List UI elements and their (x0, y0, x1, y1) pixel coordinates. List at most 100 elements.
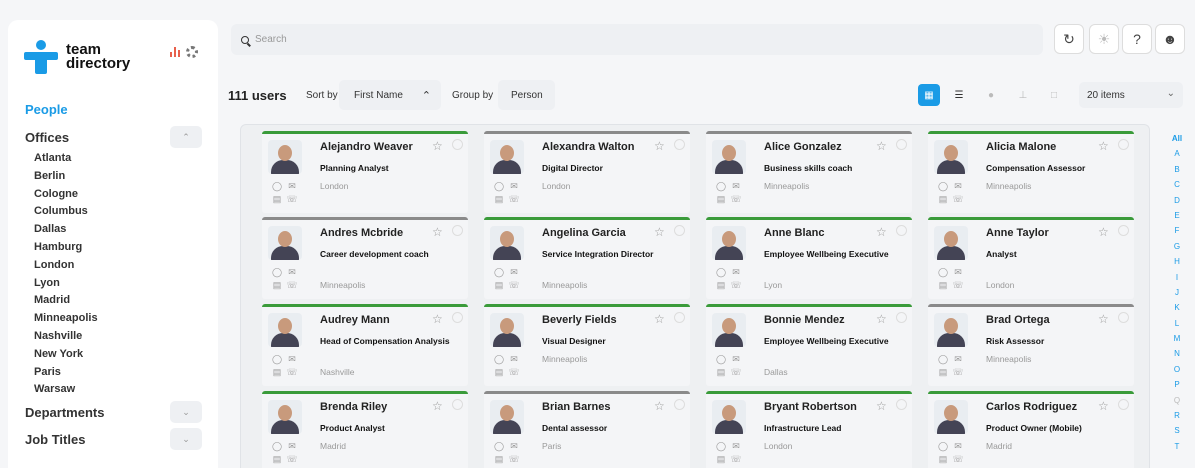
chat-icon[interactable]: ▤ (937, 367, 949, 378)
alphabet-letter[interactable]: S (1169, 423, 1185, 438)
person-name[interactable]: Bonnie Mendez (764, 314, 845, 326)
person-card[interactable]: Brian Barnes ☆ Dental assessor Paris ◯ ✉ ▤ ☏ (484, 391, 690, 468)
select-checkbox[interactable] (452, 139, 463, 150)
chat-icon[interactable]: ▤ (493, 367, 505, 378)
help-button[interactable]: ? (1122, 24, 1152, 54)
avatar[interactable] (268, 400, 302, 434)
email-icon[interactable]: ✉ (508, 354, 520, 365)
person-card[interactable]: Beverly Fields ☆ Visual Designer Minneapoli… (484, 304, 690, 386)
select-checkbox[interactable] (896, 225, 907, 236)
person-name[interactable]: Bryant Robertson (764, 401, 857, 413)
profile-icon[interactable]: ◯ (493, 267, 505, 278)
email-icon[interactable]: ✉ (730, 181, 742, 192)
avatar[interactable] (934, 226, 968, 260)
profile-button[interactable]: ☻ (1155, 24, 1185, 54)
avatar[interactable] (490, 400, 524, 434)
group-select[interactable]: Person (498, 80, 555, 110)
avatar[interactable] (712, 226, 746, 260)
office-item-nashville[interactable]: Nashville (34, 328, 98, 346)
gear-icon[interactable] (186, 46, 198, 58)
select-checkbox[interactable] (1118, 139, 1129, 150)
phone-icon[interactable]: ☏ (508, 280, 520, 291)
office-item-warsaw[interactable]: Warsaw (34, 381, 98, 399)
phone-icon[interactable]: ☏ (508, 454, 520, 465)
star-icon[interactable]: ☆ (876, 399, 887, 413)
alphabet-letter[interactable]: G (1169, 239, 1185, 254)
chat-icon[interactable]: ▤ (937, 194, 949, 205)
alphabet-letter[interactable]: Q (1169, 393, 1185, 408)
email-icon[interactable]: ✉ (952, 441, 964, 452)
alphabet-letter[interactable]: O (1169, 362, 1185, 377)
phone-icon[interactable]: ☏ (730, 367, 742, 378)
alphabet-letter[interactable]: N (1169, 346, 1185, 361)
person-card[interactable]: Audrey Mann ☆ Head of Compensation Analysi… (262, 304, 468, 386)
phone-icon[interactable]: ☏ (730, 454, 742, 465)
avatar[interactable] (934, 313, 968, 347)
avatar[interactable] (268, 226, 302, 260)
person-name[interactable]: Alice Gonzalez (764, 141, 842, 153)
app-logo[interactable]: team directory (24, 40, 130, 74)
alphabet-letter[interactable]: H (1169, 254, 1185, 269)
items-per-page-select[interactable]: 20 items ⌄ (1079, 82, 1183, 108)
chat-icon[interactable]: ▤ (937, 454, 949, 465)
alphabet-letter[interactable]: K (1169, 300, 1185, 315)
theme-button[interactable]: ☀ (1089, 24, 1119, 54)
phone-icon[interactable]: ☏ (286, 194, 298, 205)
phone-icon[interactable]: ☏ (952, 367, 964, 378)
star-icon[interactable]: ☆ (876, 139, 887, 153)
star-icon[interactable]: ☆ (876, 225, 887, 239)
email-icon[interactable]: ✉ (730, 354, 742, 365)
profile-icon[interactable]: ◯ (937, 181, 949, 192)
select-checkbox[interactable] (896, 399, 907, 410)
nav-people[interactable]: People (25, 102, 68, 117)
star-icon[interactable]: ☆ (876, 312, 887, 326)
email-icon[interactable]: ✉ (952, 267, 964, 278)
select-checkbox[interactable] (674, 399, 685, 410)
person-name[interactable]: Angelina Garcia (542, 227, 626, 239)
org-chart-button[interactable]: ⊥ (1012, 84, 1034, 106)
alphabet-letter[interactable]: R (1169, 408, 1185, 423)
select-checkbox[interactable] (674, 312, 685, 323)
alphabet-letter[interactable]: L (1169, 316, 1185, 331)
office-item-atlanta[interactable]: Atlanta (34, 150, 98, 168)
email-icon[interactable]: ✉ (508, 267, 520, 278)
alphabet-letter[interactable]: I (1169, 270, 1185, 285)
profile-icon[interactable]: ◯ (937, 354, 949, 365)
alphabet-letter[interactable]: D (1169, 193, 1185, 208)
avatar[interactable] (712, 313, 746, 347)
phone-icon[interactable]: ☏ (952, 280, 964, 291)
avatar[interactable] (934, 140, 968, 174)
person-card[interactable]: Bryant Robertson ☆ Infrastructure Lead Lond… (706, 391, 912, 468)
select-checkbox[interactable] (896, 312, 907, 323)
avatar[interactable] (934, 400, 968, 434)
email-icon[interactable]: ✉ (286, 267, 298, 278)
chat-icon[interactable]: ▤ (271, 280, 283, 291)
person-card[interactable]: Anne Taylor ☆ Analyst London ◯ ✉ ▤ ☏ (928, 217, 1134, 299)
star-icon[interactable]: ☆ (1098, 139, 1109, 153)
office-item-paris[interactable]: Paris (34, 364, 98, 382)
select-checkbox[interactable] (1118, 312, 1129, 323)
profile-icon[interactable]: ◯ (271, 267, 283, 278)
office-item-columbus[interactable]: Columbus (34, 203, 98, 221)
alphabet-letter[interactable]: P (1169, 377, 1185, 392)
alphabet-letter[interactable]: E (1169, 208, 1185, 223)
phone-icon[interactable]: ☏ (286, 280, 298, 291)
star-icon[interactable]: ☆ (654, 225, 665, 239)
select-checkbox[interactable] (674, 139, 685, 150)
chat-icon[interactable]: ▤ (271, 194, 283, 205)
chevron-up-icon[interactable]: ⌃ (422, 89, 431, 102)
email-icon[interactable]: ✉ (952, 354, 964, 365)
star-icon[interactable]: ☆ (1098, 312, 1109, 326)
star-icon[interactable]: ☆ (432, 312, 443, 326)
star-icon[interactable]: ☆ (1098, 225, 1109, 239)
phone-icon[interactable]: ☏ (508, 194, 520, 205)
select-checkbox[interactable] (1118, 399, 1129, 410)
search-input[interactable]: Search (255, 34, 287, 45)
phone-icon[interactable]: ☏ (952, 454, 964, 465)
chat-icon[interactable]: ▤ (271, 454, 283, 465)
person-name[interactable]: Brenda Riley (320, 401, 387, 413)
sort-select[interactable]: First Name ⌃ (339, 80, 441, 110)
chat-icon[interactable]: ▤ (493, 454, 505, 465)
select-checkbox[interactable] (452, 399, 463, 410)
person-card[interactable]: Andres Mcbride ☆ Career development coach M… (262, 217, 468, 299)
